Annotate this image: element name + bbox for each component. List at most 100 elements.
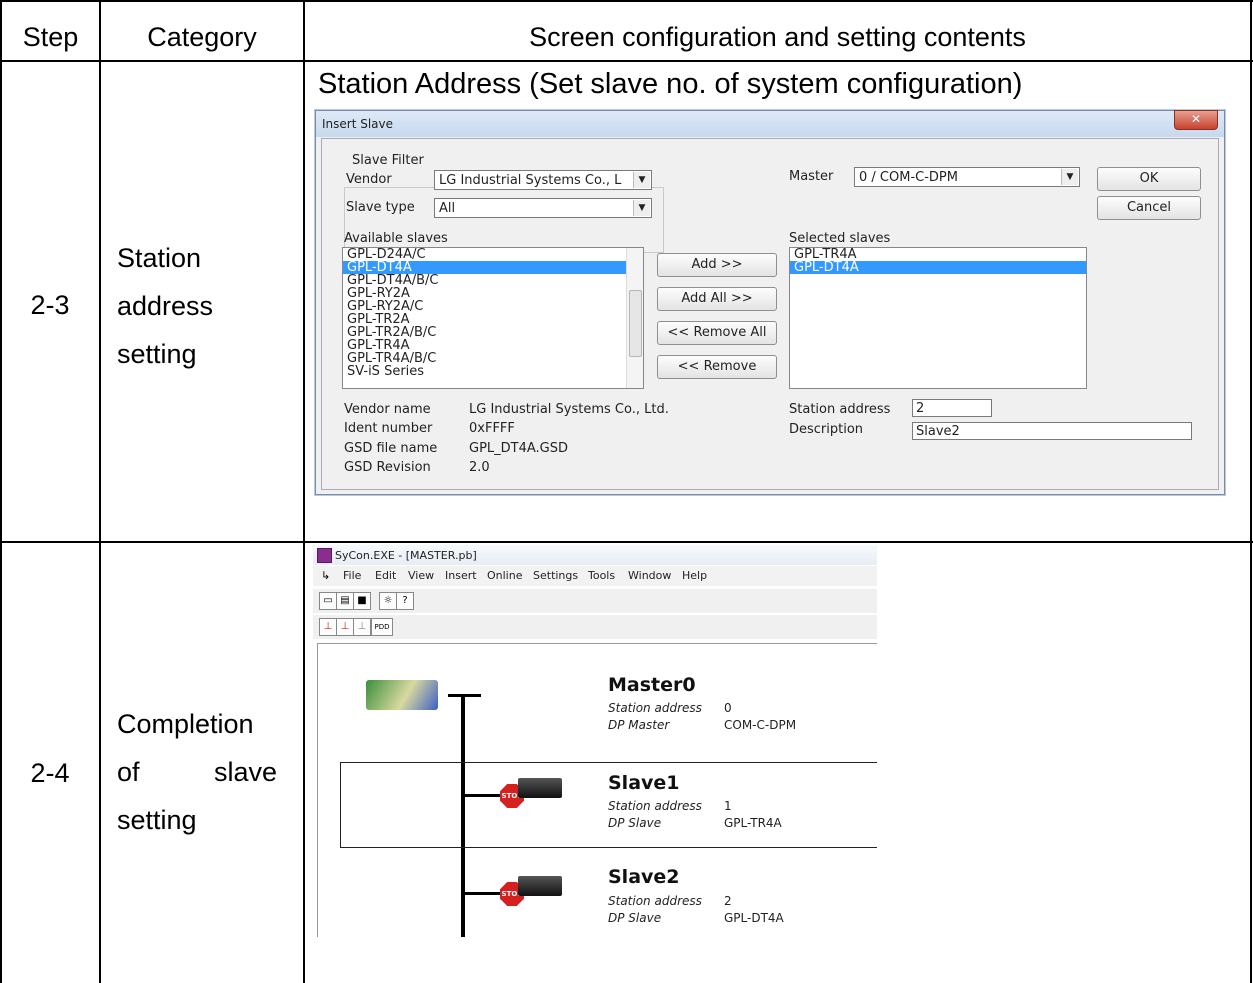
scrollbar-thumb[interactable] [629,290,642,357]
node-name: Slave1 [608,772,680,794]
pdd-button[interactable]: PDD [371,618,393,636]
selected-slaves-list[interactable]: GPL-TR4A GPL-DT4A [789,247,1087,389]
vendor-select[interactable]: LG Industrial Systems Co., L ▼ [434,170,652,190]
menu-tree-icon[interactable]: ↳ [321,569,330,582]
menu-file[interactable]: File [343,569,361,582]
list-item[interactable]: SV-iS Series [343,365,643,378]
network-canvas: Master0 Station address 0 DP Master COM-… [317,643,877,937]
slave-device-icon[interactable] [518,778,562,798]
insert-slave-dialog: Insert Slave ✕ Slave Filter Vendor LG In… [315,110,1225,495]
menu-settings[interactable]: Settings [533,569,578,582]
ident-number-label: Ident number [344,421,433,436]
description-label: Description [789,422,864,437]
available-slaves-list[interactable]: GPL-D24A/C GPL-DT4A GPL-DT4A/B/C GPL-RY2… [342,247,644,389]
node-prop: DP Slave [608,816,662,830]
help-icon[interactable]: ? [396,592,414,610]
gsd-revision-label: GSD Revision [344,460,431,475]
sycon-title: SyCon.EXE - [MASTER.pb] [335,549,477,562]
new-file-icon[interactable]: ▭ [319,592,337,610]
slave-device-icon[interactable] [518,876,562,896]
node-name: Master0 [608,674,696,696]
sycon-window: SyCon.EXE - [MASTER.pb] ↳ File Edit View… [313,545,877,937]
document-page: Step Category Screen configuration and s… [0,0,1253,983]
node-prop: DP Slave [608,911,662,925]
menu-help[interactable]: Help [682,569,707,582]
close-icon[interactable]: ✕ [1174,110,1218,130]
master-label: Master [789,169,834,184]
category-line: Station [117,243,202,273]
insert-slave-icon[interactable]: ⊥ [336,618,354,636]
slave-filter-label: Slave Filter [350,153,426,168]
save-icon[interactable]: ■ [353,592,371,610]
menu-bar: ↳ File Edit View Insert Online Settings … [313,566,877,586]
category-line: of slave [117,748,277,796]
menu-online[interactable]: Online [487,569,522,582]
table-border-top [0,0,1253,2]
menu-tools[interactable]: Tools [588,569,615,582]
gsd-revision-value: 2.0 [469,460,490,475]
toolbar-2: ⊥ ⊥ ⊥ PDD [313,615,877,639]
header-category: Category [147,22,257,52]
cancel-button[interactable]: Cancel [1097,196,1201,220]
remove-button[interactable]: << Remove [657,355,777,379]
chevron-down-icon[interactable]: ▼ [1061,169,1078,185]
master-value: 0 / COM-C-DPM [859,170,958,185]
menu-edit[interactable]: Edit [375,569,396,582]
category-word: of [117,757,140,787]
category-line: setting [117,805,197,835]
bus-stub [461,694,481,697]
node-name: Slave2 [608,866,680,888]
vendor-name-value: LG Industrial Systems Co., Ltd. [469,402,669,417]
run-icon[interactable]: ☼ [379,592,397,610]
category-line: Completion [117,709,254,739]
available-slaves-label: Available slaves [344,231,448,246]
node-prop: Station address [608,799,702,813]
table-border-right [1250,0,1252,983]
menu-insert[interactable]: Insert [445,569,477,582]
selected-slaves-label: Selected slaves [789,231,891,246]
step-2-4: 2-4 [30,758,70,788]
table-row-divider [0,541,1253,543]
ok-button[interactable]: OK [1097,167,1201,191]
dialog-titlebar: Insert Slave ✕ [316,110,1224,137]
bus-stub [448,694,461,697]
add-button[interactable]: Add >> [657,253,777,277]
app-icon [317,548,332,563]
master-select[interactable]: 0 / COM-C-DPM ▼ [854,167,1080,187]
remove-all-button[interactable]: << Remove All [657,321,777,345]
slave-type-label: Slave type [346,200,415,215]
menu-view[interactable]: View [408,569,434,582]
list-item[interactable]: GPL-DT4A [790,261,1086,274]
master-card-icon[interactable] [366,680,438,710]
slave-type-value: All [439,201,456,216]
gsd-file-label: GSD file name [344,441,438,456]
insert-master-icon[interactable]: ⊥ [319,618,337,636]
open-folder-icon[interactable]: ▤ [336,592,354,610]
station-address-input[interactable]: 2 [912,399,992,417]
sycon-titlebar: SyCon.EXE - [MASTER.pb] [313,545,877,565]
scrollbar[interactable] [626,248,643,388]
node-prop: Station address [608,701,702,715]
description-input[interactable]: Slave2 [912,422,1192,440]
category-2-3: Station address setting [117,234,213,378]
station-address-caption: Station Address (Set slave no. of system… [318,68,1023,100]
category-line: setting [117,339,197,369]
table-border-left [0,0,2,983]
node-value: 0 [724,701,732,715]
slave-type-select[interactable]: All ▼ [434,198,652,218]
table-header-divider [0,60,1253,62]
vendor-name-label: Vendor name [344,402,431,417]
menu-window[interactable]: Window [628,569,671,582]
node-prop: DP Master [608,718,670,732]
chevron-down-icon[interactable]: ▼ [633,200,650,216]
step-2-3: 2-3 [30,290,70,320]
node-value: 2 [724,894,732,908]
category-word: slave [213,757,277,787]
insert-device-icon[interactable]: ⊥ [353,618,371,636]
chevron-down-icon[interactable]: ▼ [633,172,650,188]
vendor-value: LG Industrial Systems Co., L [439,173,622,188]
node-value: 1 [724,799,732,813]
dialog-title: Insert Slave [322,117,394,131]
node-prop: Station address [608,894,702,908]
add-all-button[interactable]: Add All >> [657,287,777,311]
